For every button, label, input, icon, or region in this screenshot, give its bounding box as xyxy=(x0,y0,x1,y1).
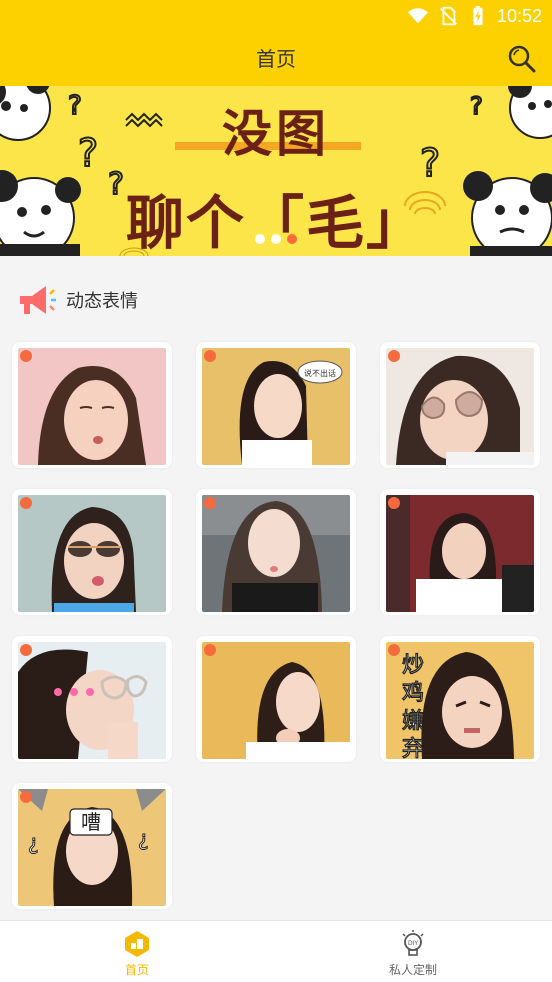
bottom-navigation: 首页 DIY 私人定制 xyxy=(0,920,552,982)
gif-thumbnail xyxy=(18,495,166,612)
gif-card[interactable]: 说不出话 xyxy=(196,342,356,468)
banner-subheadline: 聊个「毛」 xyxy=(125,189,426,256)
home-hexagon-icon xyxy=(125,931,149,957)
gif-thumbnail: 炒 鸡 嫌 弃 xyxy=(386,642,534,759)
section-title: 动态表情 xyxy=(66,291,138,312)
gif-card[interactable]: 炒 鸡 嫌 弃 xyxy=(380,636,540,762)
page-title: 首页 xyxy=(256,47,296,71)
no-sim-icon xyxy=(439,6,457,26)
search-icon[interactable] xyxy=(506,43,538,75)
promo-banner[interactable]: ? ? ? ? ? 没图 聊个「毛」 xyxy=(0,86,552,256)
tab-home[interactable]: 首页 xyxy=(77,929,197,978)
gif-thumbnail: 说不出话 xyxy=(202,348,350,465)
girl-disgusted-image: 炒 鸡 嫌 弃 xyxy=(386,642,534,759)
gif-caption-char: 弃 xyxy=(402,737,424,759)
banner-dot-1[interactable] xyxy=(255,234,265,244)
svg-text:DIY: DIY xyxy=(408,940,418,947)
gif-thumbnail xyxy=(202,495,350,612)
gif-thumbnail: 嘈 ¿ ¿ xyxy=(18,789,166,906)
app-logo-icon xyxy=(388,350,400,362)
lightbulb-diy-icon: DIY xyxy=(402,930,424,956)
girl-heart-glasses-image xyxy=(386,348,534,465)
tab-diy[interactable]: DIY 私人定制 xyxy=(353,929,473,978)
girl-speechless-image: 说不出话 xyxy=(202,348,350,465)
gif-thumbnail xyxy=(18,348,166,465)
gif-caption-char: 鸡 xyxy=(402,681,424,706)
app-logo-icon xyxy=(20,791,32,803)
svg-text:¿: ¿ xyxy=(28,830,39,854)
gif-card[interactable] xyxy=(12,636,172,762)
gif-card[interactable] xyxy=(12,489,172,615)
gif-card[interactable] xyxy=(380,489,540,615)
app-logo-icon xyxy=(20,497,32,509)
girl-cat-ears-image: 嘈 ¿ ¿ xyxy=(18,789,166,906)
girl-profile-glasses-image xyxy=(18,642,166,759)
girl-sunglasses-pout-image xyxy=(18,495,166,612)
gif-card[interactable] xyxy=(196,489,356,615)
tab-home-label: 首页 xyxy=(124,963,149,977)
banner-dot-3[interactable] xyxy=(287,234,297,244)
girl-office-image xyxy=(202,495,350,612)
megaphone-icon xyxy=(20,286,56,314)
battery-charging-icon xyxy=(473,5,483,26)
gif-caption-char: 炒 xyxy=(402,653,424,678)
gif-card[interactable] xyxy=(12,342,172,468)
status-time: 10:52 xyxy=(496,5,542,26)
girl-eyes-closed-image xyxy=(18,348,166,465)
app-logo-icon xyxy=(20,350,32,362)
gif-caption: 说不出话 xyxy=(304,368,336,378)
gif-thumbnail xyxy=(202,642,350,759)
gif-caption: 嘈 xyxy=(81,810,101,834)
gif-card[interactable] xyxy=(380,342,540,468)
app-logo-icon xyxy=(388,644,400,656)
app-logo-icon xyxy=(204,497,216,509)
svg-text:¿: ¿ xyxy=(138,826,149,850)
status-bar: 10:52 xyxy=(0,0,552,32)
app-header: 首页 xyxy=(0,32,552,86)
gif-card[interactable] xyxy=(196,636,356,762)
gif-thumbnail xyxy=(386,348,534,465)
banner-pagination xyxy=(0,234,552,244)
gif-card[interactable]: 嘈 ¿ ¿ xyxy=(12,783,172,909)
wifi-icon xyxy=(407,8,429,24)
status-icons: 10:52 xyxy=(407,4,542,28)
tab-diy-label: 私人定制 xyxy=(388,963,437,977)
gif-caption-char: 嫌 xyxy=(402,709,424,734)
app-logo-icon xyxy=(388,497,400,509)
girl-hand-chin-image xyxy=(202,642,350,759)
banner-headline: 没图 xyxy=(222,104,330,163)
gif-thumbnail xyxy=(386,495,534,612)
gif-thumbnail xyxy=(18,642,166,759)
app-logo-icon xyxy=(204,644,216,656)
section-header: 动态表情 xyxy=(16,282,138,318)
app-logo-icon xyxy=(20,644,32,656)
girl-red-wall-image xyxy=(386,495,534,612)
banner-dot-2[interactable] xyxy=(271,234,281,244)
app-logo-icon xyxy=(204,350,216,362)
